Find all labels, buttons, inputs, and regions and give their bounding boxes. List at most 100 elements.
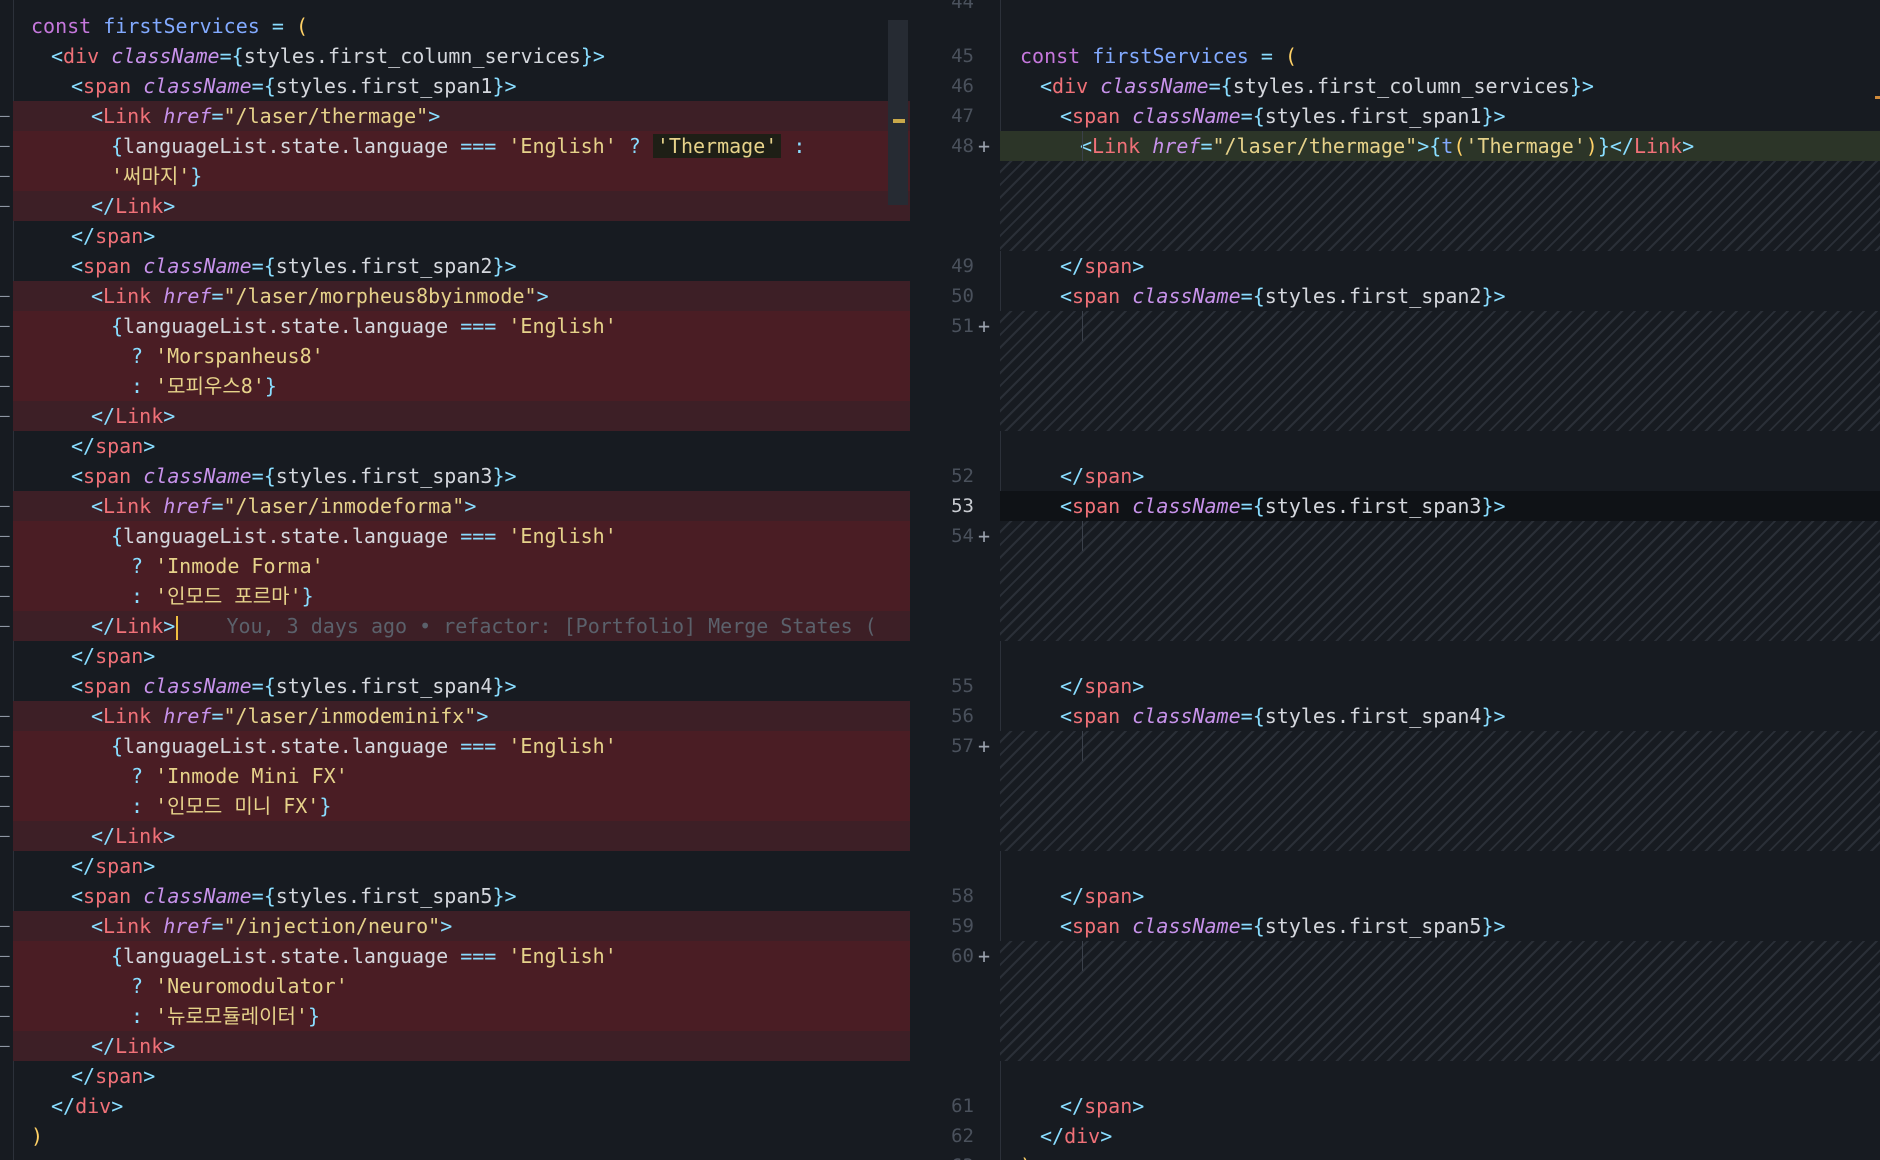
code-line[interactable]: </Link> [13, 191, 910, 221]
code-line[interactable]: <Link href="/laser/thermage">{t('Thermag… [1000, 131, 1880, 161]
code-text: <span className={styles.first_span2}> [1060, 284, 1506, 308]
overview-ruler-marker [1875, 96, 1880, 99]
code-line[interactable]: ) [13, 1121, 910, 1151]
code-text: </Link> [91, 404, 176, 428]
diff-filler [1000, 731, 1880, 851]
line-number: 53 [951, 495, 974, 517]
code-line[interactable]: </span> [13, 1061, 910, 1091]
line-number: 56 [951, 705, 974, 727]
code-line[interactable]: : '뉴로모듈레이터'} [13, 1001, 910, 1031]
code-text: <span className={styles.first_span4}> [71, 674, 517, 698]
code-text: ? 'Inmode Mini FX' [131, 764, 348, 788]
code-text: <Link href="/laser/inmodeminifx"> [91, 704, 489, 728]
code-line[interactable]: </span> [1000, 251, 1880, 281]
original-pane[interactable]: const firstServices = (<div className={s… [0, 0, 910, 1160]
modified-pane[interactable]: 44 const firstServices = (45 <div classNam… [938, 0, 1880, 1160]
code-line[interactable]: ? 'Neuromodulator' [13, 971, 910, 1001]
code-line[interactable]: const firstServices = ( [1000, 41, 1880, 71]
line-number: 44 [951, 0, 974, 13]
code-line[interactable]: <Link href="/laser/inmodeminifx"> [13, 701, 910, 731]
removed-line-marker: – [0, 376, 10, 395]
code-line[interactable]: <span className={styles.first_span4}> [1000, 701, 1880, 731]
code-text: ) [1020, 1154, 1032, 1160]
line-number: 60 [951, 945, 974, 967]
code-line[interactable]: <span className={styles.first_span1}> [1000, 101, 1880, 131]
left-scrollbar[interactable] [888, 20, 908, 205]
code-line[interactable]: <span className={styles.first_span3}> [13, 461, 910, 491]
code-line[interactable]: {languageList.state.language === 'Englis… [13, 731, 910, 761]
code-text: {languageList.state.language === 'Englis… [111, 134, 806, 158]
code-line[interactable]: </span> [1000, 881, 1880, 911]
line-number: 62 [951, 1125, 974, 1147]
code-line[interactable]: {languageList.state.language === 'Englis… [13, 941, 910, 971]
code-line[interactable]: '써마지'} [13, 161, 910, 191]
diff-filler [1000, 311, 1880, 431]
line-number: 57 [951, 735, 974, 757]
code-text: <span className={styles.first_span3}> [71, 464, 517, 488]
plus-icon: + [978, 734, 991, 758]
code-line[interactable]: <span className={styles.first_span2}> [1000, 281, 1880, 311]
code-line[interactable]: <Link href="/laser/thermage"> [13, 101, 910, 131]
code-line[interactable]: </span> [1000, 461, 1880, 491]
code-line[interactable]: </span> [1000, 671, 1880, 701]
code-line[interactable]: </Link> [13, 821, 910, 851]
code-line[interactable]: </Link> [13, 401, 910, 431]
diff-filler [1000, 521, 1880, 641]
code-line[interactable]: <Link href="/injection/neuro"> [13, 911, 910, 941]
removed-line-marker: – [0, 706, 10, 725]
code-text: </span> [71, 1064, 156, 1088]
code-line[interactable]: </span> [13, 641, 910, 671]
code-text: <span className={styles.first_span2}> [71, 254, 517, 278]
removed-line-marker: – [0, 1006, 10, 1025]
plus-icon: + [978, 134, 991, 158]
code-line[interactable]: </Link> [13, 1031, 910, 1061]
code-line[interactable]: ? 'Inmode Forma' [13, 551, 910, 581]
code-line[interactable]: ) [1000, 1151, 1880, 1160]
code-text: </Link> [91, 824, 176, 848]
pane-divider[interactable] [910, 0, 938, 1160]
code-line[interactable]: : '인모드 미니 FX'} [13, 791, 910, 821]
code-line[interactable]: {languageList.state.language === 'Englis… [13, 311, 910, 341]
removed-line-marker: – [0, 1036, 10, 1055]
code-line[interactable]: : '모피우스8'} [13, 371, 910, 401]
code-line[interactable]: </span> [13, 221, 910, 251]
code-line[interactable]: <span className={styles.first_span5}> [1000, 911, 1880, 941]
code-line[interactable]: </span> [13, 431, 910, 461]
code-line[interactable]: ? 'Morspanheus8' [13, 341, 910, 371]
code-line[interactable]: </div> [13, 1091, 910, 1121]
code-text: </span> [1060, 464, 1145, 488]
code-line[interactable]: {languageList.state.language === 'Englis… [13, 131, 910, 161]
removed-line-marker: – [0, 916, 10, 935]
code-line[interactable]: <span className={styles.first_span5}> [13, 881, 910, 911]
code-line[interactable]: </span> [13, 851, 910, 881]
code-line[interactable]: </span> [1000, 1091, 1880, 1121]
code-line[interactable]: const firstServices = ( [13, 11, 910, 41]
code-text: : '모피우스8'} [131, 374, 277, 398]
removed-line-marker: – [0, 136, 10, 155]
plus-icon: + [978, 524, 991, 548]
line-number: 51 [951, 315, 974, 337]
line-number: 54 [951, 525, 974, 547]
code-line[interactable]: </div> [1000, 1121, 1880, 1151]
git-blame-annotation[interactable]: You, 3 days ago • refactor: [Portfolio] … [178, 614, 876, 638]
code-line[interactable]: ? 'Inmode Mini FX' [13, 761, 910, 791]
code-text: ) [31, 1124, 44, 1148]
diff-editor[interactable]: const firstServices = (<div className={s… [0, 0, 1880, 1160]
code-line[interactable]: <span className={styles.first_span2}> [13, 251, 910, 281]
code-text: : '인모드 미니 FX'} [131, 794, 332, 818]
code-line[interactable]: <span className={styles.first_span4}> [13, 671, 910, 701]
code-line[interactable]: <div className={styles.first_column_serv… [1000, 71, 1880, 101]
code-line[interactable]: {languageList.state.language === 'Englis… [13, 521, 910, 551]
code-text: </span> [1060, 1094, 1145, 1118]
removed-line-marker: – [0, 976, 10, 995]
code-line[interactable]: <Link href="/laser/inmodeforma"> [13, 491, 910, 521]
diff-filler [1000, 161, 1880, 251]
code-line[interactable]: <span className={styles.first_span1}> [13, 71, 910, 101]
code-line[interactable]: </Link> You, 3 days ago • refactor: [Por… [13, 611, 910, 641]
code-text: </span> [71, 434, 156, 458]
code-line[interactable]: : '인모드 포르마'} [13, 581, 910, 611]
code-line[interactable]: <div className={styles.first_column_serv… [13, 41, 910, 71]
code-line[interactable]: <span className={styles.first_span3}> [1000, 491, 1880, 521]
code-text: </span> [71, 224, 156, 248]
code-line[interactable]: <Link href="/laser/morpheus8byinmode"> [13, 281, 910, 311]
